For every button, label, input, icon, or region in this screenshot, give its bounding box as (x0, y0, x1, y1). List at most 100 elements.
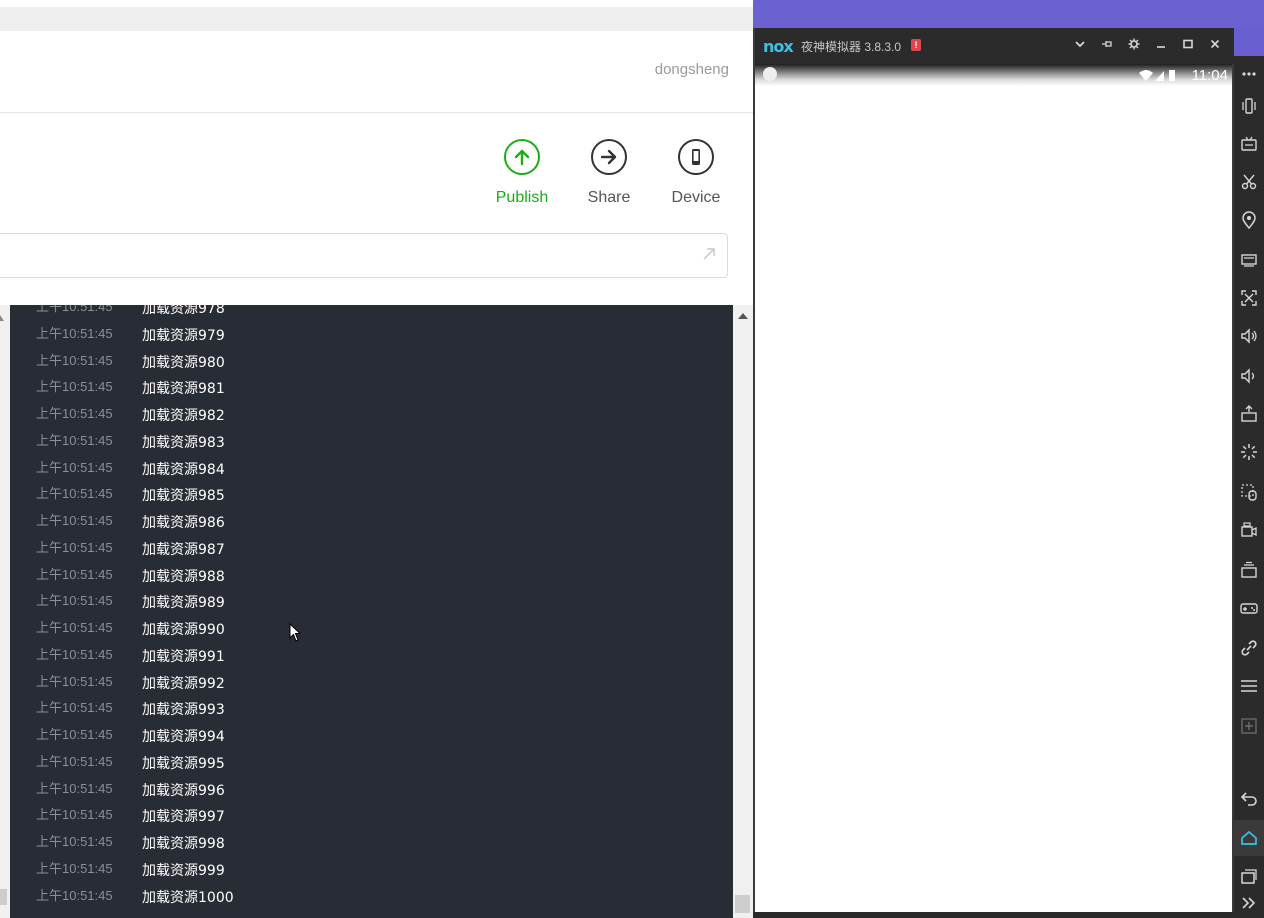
close-icon[interactable] (1207, 38, 1223, 54)
notification-icon (763, 67, 777, 81)
device-button[interactable]: Device (661, 139, 731, 207)
address-bar[interactable] (0, 233, 728, 278)
log-row: 上午10:51:45 加载资源994 (36, 722, 225, 749)
home-icon[interactable] (1234, 820, 1264, 856)
scissors-icon[interactable] (1234, 164, 1264, 200)
volume-down-icon[interactable] (1234, 358, 1264, 394)
log-row: 上午10:51:45 加载资源981 (36, 374, 225, 401)
macro-icon[interactable] (1234, 474, 1264, 510)
log-row: 上午10:51:45 加载资源982 (36, 401, 225, 428)
log-message: 加载资源1000 (142, 890, 234, 906)
chevron-down-icon[interactable] (1072, 38, 1088, 54)
log-timestamp: 上午10:51:45 (36, 486, 113, 501)
location-icon[interactable] (1234, 202, 1264, 238)
signal-battery-icon (1138, 68, 1178, 82)
log-message: 加载资源986 (142, 515, 225, 531)
maximize-icon[interactable] (1180, 38, 1196, 54)
video-record-icon[interactable] (1234, 512, 1264, 548)
ide-toolbar: Publish Share Device (0, 113, 753, 305)
log-row: 上午10:51:45 加载资源993 (36, 695, 225, 722)
back-icon[interactable] (1234, 780, 1264, 816)
log-message: 加载资源978 (142, 305, 225, 317)
log-message: 加载资源990 (142, 622, 225, 638)
left-scrollbar[interactable] (0, 305, 10, 918)
log-message: 加载资源979 (142, 328, 225, 344)
log-row: 上午10:51:45 加载资源988 (36, 562, 225, 589)
log-row: 上午10:51:45 加载资源992 (36, 669, 225, 696)
log-row: 上午10:51:45 加载资源983 (36, 428, 225, 455)
log-timestamp: 上午10:51:45 (36, 807, 113, 822)
arrow-right-icon (591, 139, 627, 175)
mouse-cursor-icon (289, 622, 303, 648)
log-message: 加载资源994 (142, 729, 225, 745)
emulator-frame-bottom (753, 912, 1234, 918)
volume-up-icon[interactable] (1234, 318, 1264, 354)
log-message: 加载资源995 (142, 756, 225, 772)
log-row: 上午10:51:45 加载资源1000 (36, 883, 234, 910)
gamepad-icon[interactable] (1234, 590, 1264, 626)
minimize-icon[interactable] (1153, 38, 1169, 54)
share-label: Share (587, 189, 631, 206)
multi-instance-icon[interactable] (1234, 552, 1264, 588)
ide-window: dongsheng Publish Share Device 上午10:51:4… (0, 0, 753, 918)
settings-icon[interactable] (1126, 38, 1142, 54)
log-timestamp: 上午10:51:45 (36, 433, 113, 448)
share-button[interactable]: Share (574, 139, 644, 207)
log-timestamp: 上午10:51:45 (36, 540, 113, 555)
username[interactable]: dongsheng (655, 61, 729, 78)
emulator-sidebar (1234, 56, 1264, 918)
nox-logo: nox (763, 37, 794, 56)
log-timestamp: 上午10:51:45 (36, 567, 113, 582)
log-message: 加载资源998 (142, 836, 225, 852)
loading-icon[interactable] (1234, 434, 1264, 470)
log-timestamp: 上午10:51:45 (36, 460, 113, 475)
log-timestamp: 上午10:51:45 (36, 754, 113, 769)
log-timestamp: 上午10:51:45 (36, 834, 113, 849)
vertical-scrollbar[interactable] (733, 305, 753, 918)
log-message: 加载资源988 (142, 569, 225, 585)
console-log[interactable]: 上午10:51:45 加载资源978 上午10:51:45 加载资源979 上午10:5… (10, 305, 733, 918)
expand-arrow-icon[interactable] (701, 246, 717, 267)
expand-icon[interactable] (1234, 888, 1264, 918)
scroll-thumb[interactable] (735, 895, 750, 913)
log-row: 上午10:51:45 加载资源978 (36, 305, 225, 321)
log-message: 加载资源996 (142, 783, 225, 799)
emulator-title: 夜神模拟器 3.8.3.0 (801, 40, 902, 54)
ide-header: dongsheng (0, 31, 753, 113)
robot-icon[interactable] (1234, 126, 1264, 162)
log-row: 上午10:51:45 加载资源996 (36, 776, 225, 803)
emulator-titlebar[interactable]: nox 夜神模拟器 3.8.3.0 ! (753, 28, 1234, 64)
log-timestamp: 上午10:51:45 (36, 647, 113, 662)
alert-badge[interactable]: ! (911, 39, 921, 51)
scroll-up-icon[interactable] (0, 315, 4, 321)
fullscreen-icon[interactable] (1234, 280, 1264, 316)
log-message: 加载资源980 (142, 355, 225, 371)
link-icon[interactable] (1234, 630, 1264, 666)
console-panel: 上午10:51:45 加载资源978 上午10:51:45 加载资源979 上午10:5… (0, 305, 753, 918)
log-message: 加载资源991 (142, 649, 225, 665)
android-screen[interactable] (755, 86, 1232, 912)
log-message: 加载资源997 (142, 809, 225, 825)
apk-install-icon[interactable] (1234, 396, 1264, 432)
menu-icon[interactable] (1234, 668, 1264, 704)
log-row: 上午10:51:45 加载资源991 (36, 642, 225, 669)
more-icon[interactable] (1234, 56, 1264, 92)
desktop-background (753, 0, 1264, 28)
add-icon[interactable] (1234, 708, 1264, 744)
shake-icon[interactable] (1234, 88, 1264, 124)
pin-icon[interactable] (1099, 38, 1115, 54)
log-row: 上午10:51:45 加载资源995 (36, 749, 225, 776)
publish-button[interactable]: Publish (487, 139, 557, 207)
scroll-up-icon[interactable] (738, 313, 748, 319)
log-row: 上午10:51:45 加载资源984 (36, 455, 225, 482)
log-row: 上午10:51:45 加载资源998 (36, 829, 225, 856)
scroll-thumb[interactable] (0, 889, 7, 905)
log-timestamp: 上午10:51:45 (36, 700, 113, 715)
log-timestamp: 上午10:51:45 (36, 305, 113, 314)
log-message: 加载资源987 (142, 542, 225, 558)
log-timestamp: 上午10:51:45 (36, 406, 113, 421)
keyboard-icon[interactable] (1234, 242, 1264, 278)
log-message: 加载资源999 (142, 863, 225, 879)
nox-emulator-window: nox 夜神模拟器 3.8.3.0 ! 11:04 (753, 0, 1264, 918)
log-row: 上午10:51:45 加载资源985 (36, 481, 225, 508)
